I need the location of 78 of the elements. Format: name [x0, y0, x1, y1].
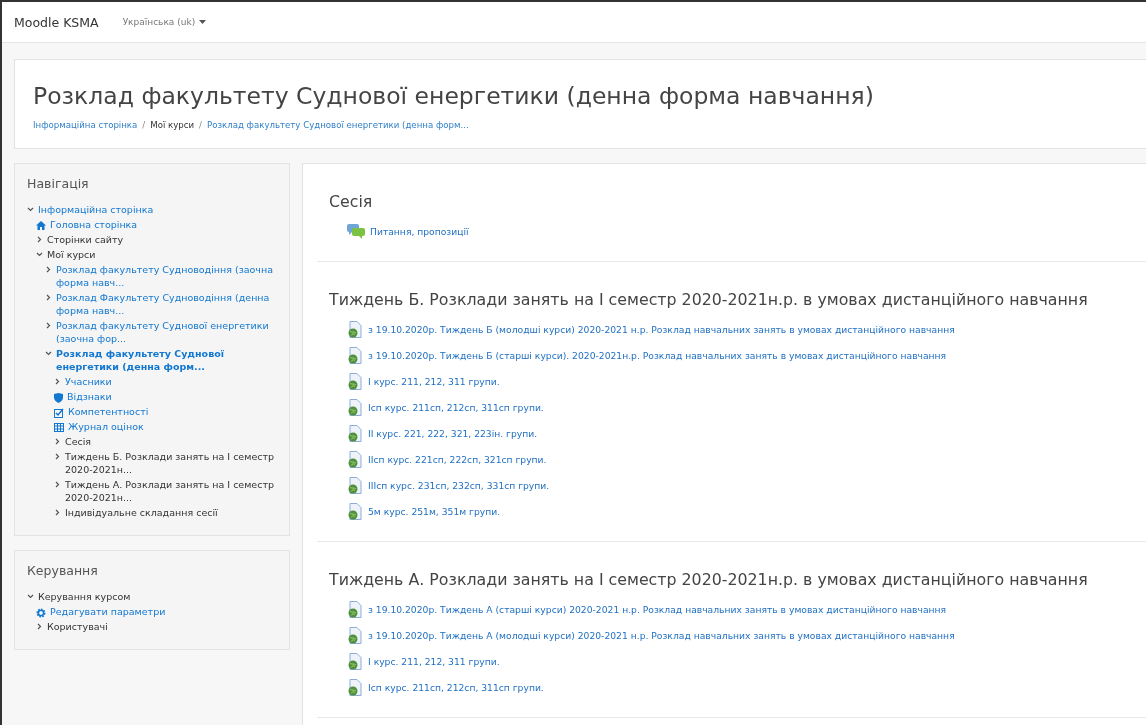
web-page-icon [347, 425, 363, 442]
section-title: Тиждень А. Розклади занять на I семестр 2020-2021н.р. в умовах дистанційного навчання [329, 570, 1089, 589]
settings-icon [36, 608, 46, 618]
block-title: Навігація [27, 176, 90, 191]
chevron-down-icon[interactable] [27, 206, 34, 213]
section-title: Тиждень Б. Розклади занять на I семестр 2020-2021н.р. в умовах дистанційного навчання [329, 290, 1089, 309]
activity-link[interactable]: з 19.10.2020р. Тиждень А (молодші курси) 2020-2021 н.р. Розклад навчальних занять в умовах дистанційного навчання [368, 630, 955, 641]
section-title: Сесія [329, 192, 374, 211]
breadcrumb-link[interactable]: Інформаційна сторінка [33, 120, 138, 130]
chevron-right-icon[interactable] [54, 509, 61, 516]
site-name[interactable]: Moodle KSMA [14, 14, 99, 30]
nav-link[interactable]: Відзнаки [67, 390, 112, 403]
breadcrumb-separator: / [142, 120, 146, 130]
page-title: Розклад факультету Суднової енергетики (денна форма навчання) [33, 82, 875, 110]
home-icon [36, 221, 46, 230]
chevron-right-icon[interactable] [54, 378, 61, 385]
chevron-right-icon[interactable] [54, 438, 61, 445]
chevron-right-icon[interactable] [54, 453, 61, 460]
nav-link[interactable]: Учасники [65, 375, 112, 388]
chevron-down-icon[interactable] [36, 251, 43, 258]
chevron-right-icon[interactable] [36, 236, 43, 243]
nav-link[interactable]: Інформаційна сторінка [38, 203, 154, 216]
caret-icon [199, 20, 207, 24]
breadcrumb-link[interactable]: Мої курси [150, 120, 195, 130]
activity-link[interactable]: I курс. 211, 212, 311 групи. [368, 376, 500, 387]
nav-link[interactable]: Індивідуальне складання сесії [65, 506, 218, 519]
nav-link[interactable]: Розклад факультету Суднової енергетики (денна форм... [56, 347, 279, 373]
activity-link[interactable]: Питання, пропозиції [370, 226, 469, 237]
activity-link[interactable]: з 19.10.2020р. Тиждень А (старші курси) 2020-2021 н.р. Розклад навчальних занять в умовах дистанційного навчання [368, 604, 947, 615]
nav-link[interactable]: Головна сторінка [50, 218, 138, 231]
nav-link[interactable]: Розклад Факультету Судноводіння (денна форма навч... [56, 291, 279, 317]
web-page-icon [347, 601, 363, 618]
chevron-right-icon[interactable] [54, 481, 61, 488]
checkbox-icon [54, 408, 64, 418]
chevron-right-icon[interactable] [45, 322, 52, 329]
chevron-right-icon[interactable] [45, 294, 52, 301]
activity-link[interactable]: з 19.10.2020р. Тиждень Б (молодші курси) 2020-2021 н.р. Розклад навчальних занять в умовах дистанційного навчання [368, 324, 955, 335]
nav-link[interactable]: Розклад факультету Суднової енергетики (заочна фор... [56, 319, 279, 345]
chat-bubbles-icon [347, 224, 365, 239]
activity-link[interactable]: Iсп курс. 211сп, 212сп, 311сп групи. [368, 402, 544, 413]
web-page-icon [347, 347, 363, 364]
chevron-right-icon[interactable] [36, 623, 43, 630]
web-page-icon [347, 321, 363, 338]
activity-link[interactable]: IIIсп курс. 231сп, 232сп, 331сп групи. [368, 480, 550, 491]
nav-link[interactable]: Редагувати параметри [50, 605, 166, 618]
web-page-icon [347, 627, 363, 644]
activity-link[interactable]: 5м курс. 251м, 351м групи. [368, 506, 501, 517]
nav-link[interactable]: Мої курси [47, 248, 96, 261]
chevron-down-icon[interactable] [45, 350, 52, 357]
web-page-icon [347, 653, 363, 670]
block-title: Керування [27, 563, 99, 578]
language-menu[interactable]: Українська (uk) [120, 15, 209, 29]
chevron-right-icon[interactable] [45, 266, 52, 273]
web-page-icon [347, 679, 363, 696]
chevron-down-icon[interactable] [27, 593, 34, 600]
web-page-icon [347, 373, 363, 390]
nav-link[interactable]: Користувачі [47, 620, 108, 633]
nav-link[interactable]: Тиждень А. Розклади занять на I семестр 2020-2021н... [65, 478, 279, 504]
shield-icon [54, 393, 63, 403]
nav-link[interactable]: Керування курсом [38, 590, 131, 603]
nav-link[interactable]: Компетентності [68, 405, 149, 418]
activity-link[interactable]: I курс. 211, 212, 311 групи. [368, 656, 500, 667]
breadcrumb-link[interactable]: Розклад факультету Суднової енергетики (денна форм... [206, 120, 469, 130]
web-page-icon [347, 503, 363, 520]
nav-link[interactable]: Сесія [65, 435, 92, 448]
activity-link[interactable]: з 19.10.2020р. Тиждень Б (старші курси). 2020-2021н.р. Розклад навчальних занять в умовах дистанційного навчання [368, 350, 947, 361]
nav-link[interactable]: Тиждень Б. Розклади занять на I семестр 2020-2021н... [65, 450, 279, 476]
table-icon [54, 423, 64, 432]
web-page-icon [347, 477, 363, 494]
web-page-icon [347, 451, 363, 468]
activity-link[interactable]: Iсп курс. 211сп, 212сп, 311сп групи. [368, 682, 544, 693]
nav-link[interactable]: Журнал оцінок [68, 420, 144, 433]
nav-link[interactable]: Сторінки сайту [47, 233, 124, 246]
activity-link[interactable]: IIсп курс. 221сп, 222сп, 321сп групи. [368, 454, 547, 465]
nav-link[interactable]: Розклад факультету Судноводіння (заочна форма навч... [56, 263, 279, 289]
breadcrumb-separator: / [199, 120, 202, 130]
web-page-icon [347, 399, 363, 416]
activity-link[interactable]: II курс. 221, 222, 321, 223ін. групи. [368, 428, 538, 439]
